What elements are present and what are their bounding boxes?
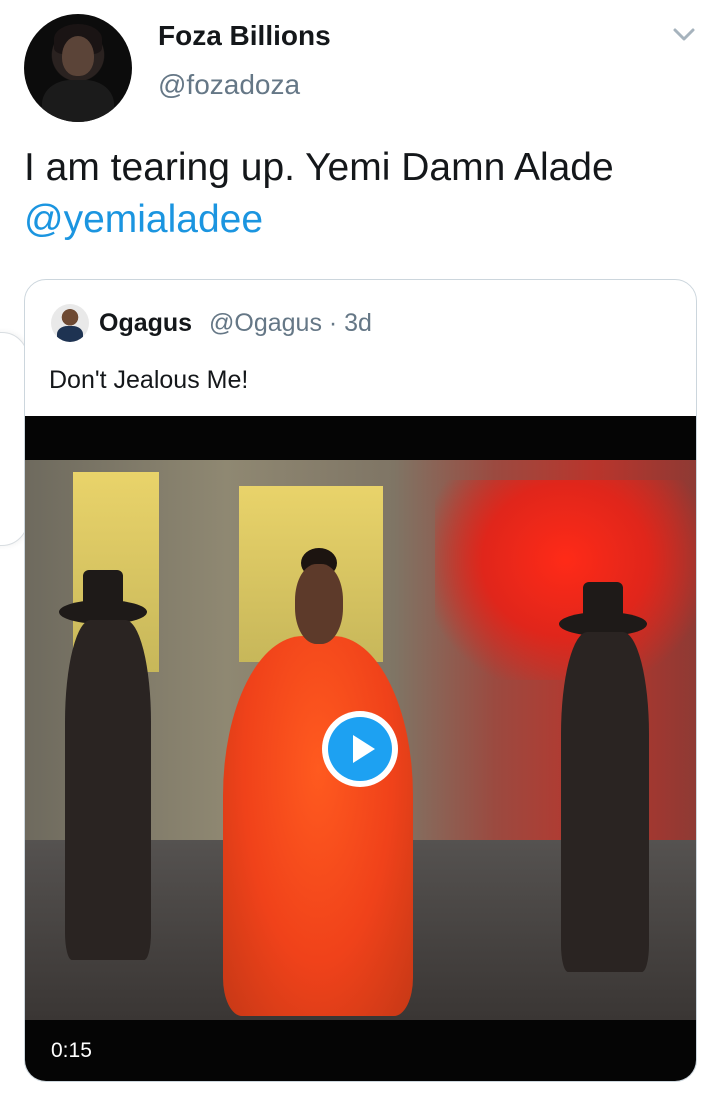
video-player[interactable]: 0:15 — [25, 416, 696, 1081]
author-avatar[interactable] — [24, 14, 132, 122]
quoted-author-name[interactable]: Ogagus — [99, 309, 192, 338]
center-singer-dress — [223, 636, 413, 1016]
avatar-face — [62, 36, 94, 76]
play-icon — [328, 717, 392, 781]
play-button[interactable] — [322, 711, 398, 787]
mention-link[interactable]: @yemialadee — [24, 198, 263, 241]
quoted-tweet-text: Don't Jealous Me! — [49, 366, 249, 394]
avatar-suit — [57, 326, 83, 342]
quoted-tweet-card[interactable]: Ogagus @Ogagus · 3d Don't Jealous Me! 0:… — [24, 279, 697, 1082]
quoted-author-avatar[interactable] — [51, 304, 89, 342]
scene-red-light — [435, 480, 696, 680]
right-dancer — [561, 632, 649, 972]
right-dancer-hat-crown — [583, 582, 623, 620]
left-dancer — [65, 620, 151, 960]
author-handle[interactable]: @fozadoza — [158, 69, 300, 101]
center-singer-head — [295, 564, 343, 644]
author-display-name[interactable]: Foza Billions — [158, 20, 331, 52]
quoted-author-meta: @Ogagus · 3d — [209, 309, 372, 337]
tweet-text: I am tearing up. Yemi Damn Alade @yemial… — [24, 142, 704, 246]
chevron-down-icon[interactable] — [670, 22, 698, 46]
left-dancer-hat-crown — [83, 570, 123, 608]
avatar-body — [42, 80, 114, 122]
tweet-body: I am tearing up. Yemi Damn Alade — [24, 146, 614, 189]
video-duration: 0:15 — [51, 1039, 92, 1062]
